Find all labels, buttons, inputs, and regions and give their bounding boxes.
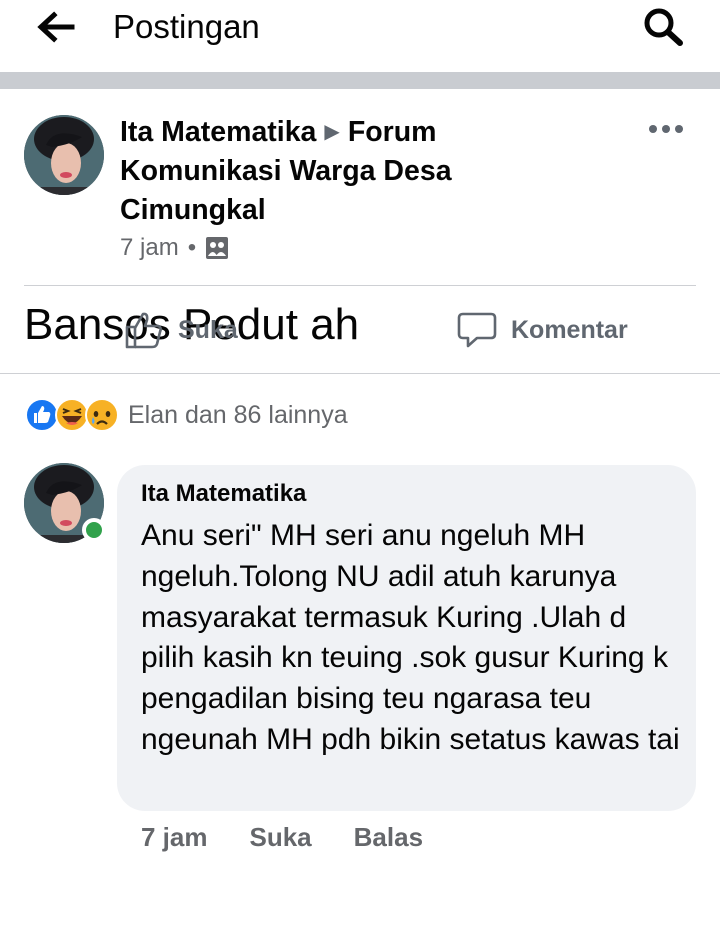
search-button[interactable] <box>640 6 686 46</box>
comment-reply-button[interactable]: Balas <box>354 822 423 853</box>
online-status-indicator <box>82 518 106 542</box>
thumbs-up-icon <box>125 312 162 349</box>
divider <box>0 373 720 374</box>
more-options-button[interactable] <box>648 115 688 143</box>
reactions-summary[interactable]: Elan dan 86 lainnya <box>24 397 348 433</box>
post-meta: 7 jam • <box>120 233 229 263</box>
comment-avatar[interactable] <box>24 463 106 545</box>
avatar[interactable] <box>24 115 104 195</box>
comment-like-button[interactable]: Suka <box>250 822 312 853</box>
comment-label: Komentar <box>511 315 628 344</box>
search-icon <box>644 8 683 46</box>
like-button[interactable]: Suka <box>124 305 238 355</box>
reactions-text: Elan dan 86 lainnya <box>128 400 348 429</box>
section-separator <box>0 72 720 89</box>
back-button[interactable] <box>36 10 76 44</box>
reaction-icons <box>24 397 124 433</box>
comment-actions: 7 jam Suka Balas <box>141 820 465 854</box>
comment-text: Anu seri" MH seri anu ngeluh MH ngeluh.T… <box>141 519 680 756</box>
comment-author[interactable]: Ita Matematika <box>141 479 306 509</box>
page-title: Postingan <box>113 8 260 45</box>
more-horizontal-icon <box>649 125 683 133</box>
arrow-left-icon <box>37 11 75 43</box>
top-bar: Postingan <box>0 0 720 72</box>
separator-dot: • <box>187 234 197 261</box>
comment-icon <box>457 312 497 348</box>
comment-time[interactable]: 7 jam <box>141 822 208 853</box>
group-audience-icon <box>206 237 229 259</box>
divider <box>24 285 696 286</box>
avatar-photo <box>24 115 104 195</box>
sad-reaction-icon <box>85 398 119 432</box>
post-time[interactable]: 7 jam <box>120 234 179 262</box>
comment-bubble[interactable]: Ita Matematika Anu seri" MH seri anu nge… <box>117 465 696 811</box>
caret-right-icon: ▶ <box>324 121 340 143</box>
comment-button[interactable]: Komentar <box>457 305 628 355</box>
like-label: Suka <box>178 315 238 344</box>
post-author[interactable]: Ita Matematika <box>120 116 316 148</box>
post-header: Ita Matematika ▶ Forum Komunikasi Warga De… <box>120 113 550 230</box>
